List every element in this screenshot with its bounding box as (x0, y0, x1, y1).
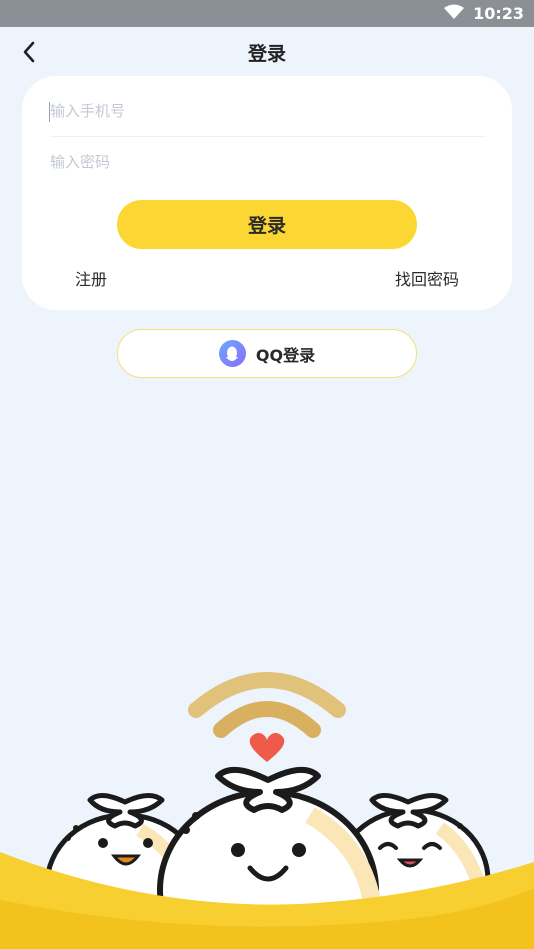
qq-icon (218, 340, 246, 367)
mascot-illustration (0, 672, 534, 949)
field-divider (50, 136, 486, 137)
wifi-icon (443, 4, 465, 24)
status-bar: 10:23 (0, 0, 534, 27)
password-input[interactable] (50, 140, 486, 184)
qq-login-label: QQ登录 (255, 345, 316, 365)
qq-login-button[interactable]: QQ登录 (117, 329, 417, 378)
recover-password-link[interactable]: 找回密码 (395, 266, 459, 290)
register-link[interactable]: 注册 (75, 266, 107, 290)
page-title: 登录 (247, 43, 286, 65)
status-time: 10:23 (473, 4, 524, 23)
phone-input[interactable] (50, 89, 486, 133)
status-right: 10:23 (443, 0, 524, 27)
heart-icon (249, 733, 285, 762)
signal-arc-inner (213, 701, 321, 738)
nav-bar: 登录 (0, 27, 534, 77)
login-button[interactable]: 登录 (117, 200, 417, 249)
login-card: 登录 注册 找回密码 (22, 76, 512, 310)
